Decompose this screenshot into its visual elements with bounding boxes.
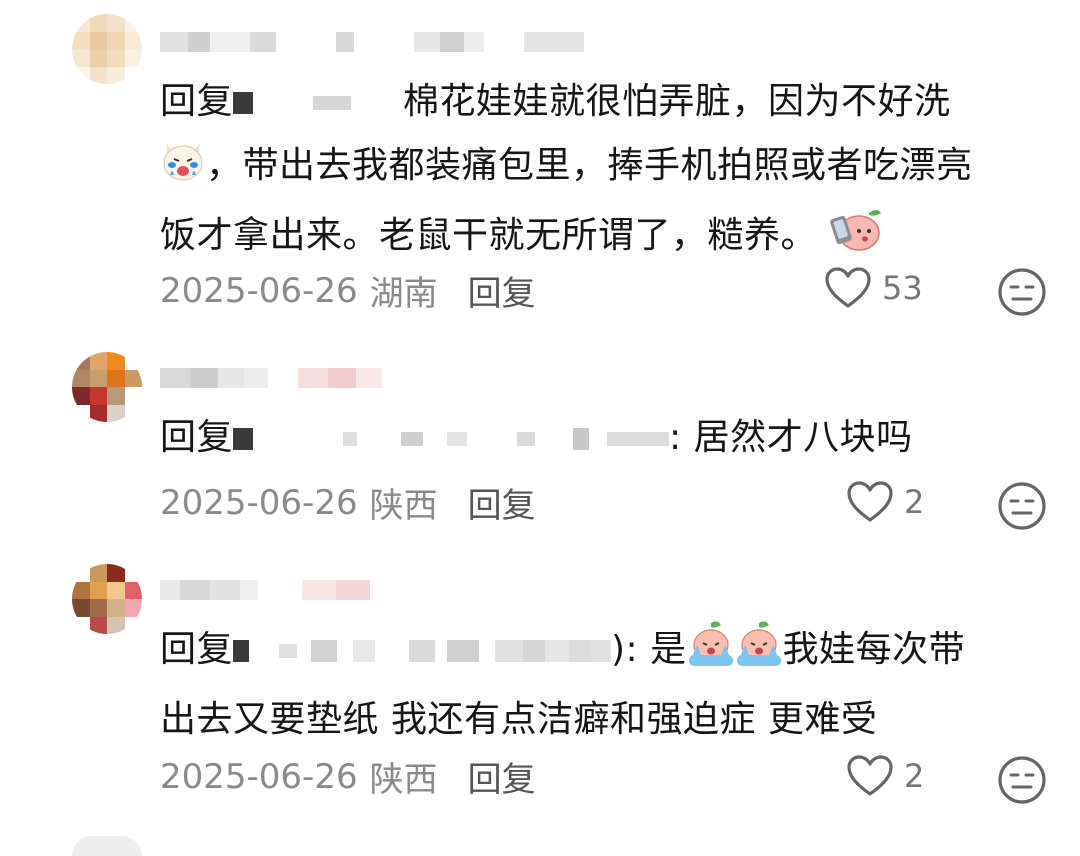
like-count: 2	[904, 757, 925, 795]
comment-line: 棉花娃娃就很怕弄脏，因为不好洗	[403, 81, 951, 122]
comment-text: 回复): 是 我娃每次带 出去又要垫纸 我还有点洁癖和强迫症 更难受	[160, 618, 1040, 752]
dislike-button[interactable]	[996, 480, 1048, 532]
reply-button[interactable]: 回复	[468, 266, 536, 315]
comment-meta: 2025-06-26 陕西 回复	[160, 752, 536, 801]
dislike-button[interactable]	[996, 266, 1048, 318]
like-button[interactable]: 2	[846, 754, 924, 798]
comment-text: 回复 棉花娃娃就很怕弄脏，因为不好洗 ，带出去我都装痛包里，捧手机拍照或者吃漂亮 …	[160, 70, 1040, 274]
crying-peach-emoji	[687, 621, 735, 688]
next-comment-avatar-partial	[72, 836, 142, 856]
meh-face-icon	[998, 268, 1046, 316]
username-masked[interactable]	[160, 360, 382, 396]
comment-line: 我娃每次带	[782, 629, 966, 670]
username-masked[interactable]	[160, 572, 370, 608]
comment-line: 出去又要垫纸 我还有点洁癖和强迫症 更难受	[160, 699, 878, 740]
reply-prefix: 回复	[160, 417, 234, 458]
like-button[interactable]: 53	[824, 266, 923, 310]
peach-selfie-emoji	[829, 205, 883, 274]
comment-location: 陕西	[369, 486, 438, 526]
comment-meta: 2025-06-26 陕西 回复	[160, 478, 536, 527]
like-count: 53	[882, 269, 923, 307]
meh-face-icon	[998, 482, 1046, 530]
like-count: 2	[904, 483, 925, 521]
comment-text: 回复 : 居然才八块吗	[160, 406, 1040, 470]
comment-location: 陕西	[369, 760, 438, 800]
mention-masked[interactable]	[233, 428, 254, 450]
meh-face-icon	[998, 756, 1046, 804]
comment-date: 2025-06-26	[160, 482, 358, 523]
mention-masked[interactable]	[233, 640, 250, 662]
comment-date: 2025-06-26	[160, 270, 358, 311]
avatar[interactable]	[72, 14, 142, 84]
comment-date: 2025-06-26	[160, 756, 358, 797]
crying-cat-emoji	[160, 137, 206, 204]
reply-button[interactable]: 回复	[468, 478, 536, 527]
comment-location: 湖南	[369, 274, 438, 314]
comment-line: 饭才拿出来。老鼠干就无所谓了，糙养。	[160, 215, 818, 256]
reply-prefix: 回复	[160, 81, 234, 122]
comment-line: : 居然才八块吗	[669, 417, 913, 458]
comment-line: ): 是	[611, 629, 687, 670]
avatar[interactable]	[72, 564, 142, 634]
heart-outline-icon	[825, 267, 871, 308]
username-masked[interactable]	[160, 24, 584, 60]
avatar[interactable]	[72, 352, 142, 422]
reply-button[interactable]: 回复	[468, 752, 536, 801]
dislike-button[interactable]	[996, 754, 1048, 806]
comment-line: ，带出去我都装痛包里，捧手机拍照或者吃漂亮	[206, 145, 973, 186]
like-button[interactable]: 2	[846, 480, 924, 524]
comment-meta: 2025-06-26 湖南 回复	[160, 266, 536, 315]
reply-prefix: 回复	[160, 629, 234, 670]
heart-outline-icon	[847, 481, 893, 522]
heart-outline-icon	[847, 755, 893, 796]
mention-masked[interactable]	[233, 92, 254, 114]
crying-peach-emoji	[735, 621, 783, 688]
